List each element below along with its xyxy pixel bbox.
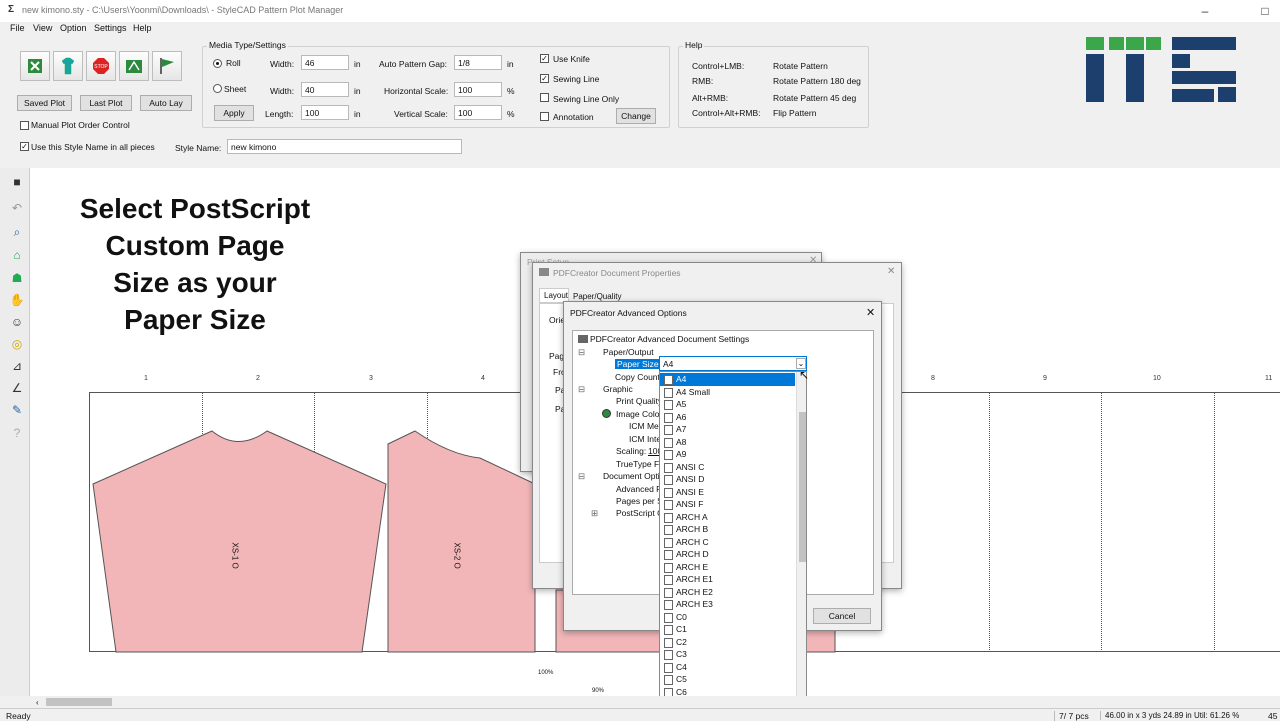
tree-pages-per-sheet[interactable]: Pages per S	[616, 496, 663, 506]
printer-icon	[578, 335, 588, 343]
tree-icm-method[interactable]: ICM Met	[629, 421, 661, 431]
paper-size-option[interactable]: ARCH C	[660, 536, 795, 549]
scrollbar-thumb[interactable]	[46, 698, 112, 706]
paper-size-option[interactable]: C2	[660, 636, 795, 649]
collapse-icon[interactable]: ⊟	[578, 471, 585, 482]
tree-copy-count[interactable]: Copy Count	[615, 372, 660, 382]
piece-label: XS-2 O	[452, 542, 462, 569]
horizontal-scrollbar[interactable]: ‹	[36, 696, 1280, 708]
paper-size-option[interactable]: ANSI D	[660, 473, 795, 486]
layout-label: Pag	[549, 351, 565, 361]
color-globe-icon	[602, 409, 611, 418]
list-scrollbar[interactable]	[796, 372, 806, 719]
expand-icon[interactable]: ⊞	[591, 508, 598, 519]
tree-print-quality[interactable]: Print Quality	[616, 396, 662, 406]
status-usage: 46.00 in x 3 yds 24.89 in Util: 61.26 %	[1100, 711, 1239, 720]
paper-size-option[interactable]: C4	[660, 661, 795, 674]
collapse-icon[interactable]: ⊟	[578, 347, 585, 358]
doc-properties-title: PDFCreator Document Properties	[553, 268, 681, 278]
tree-paper-size[interactable]: Paper Size:	[615, 359, 663, 369]
collapse-icon[interactable]: ⊟	[578, 384, 585, 395]
tree-postscript-options[interactable]: PostScript O	[616, 508, 664, 518]
tree-advanced-p[interactable]: Advanced P	[616, 484, 662, 494]
tree-root[interactable]: PDFCreator Advanced Document Settings	[590, 334, 749, 344]
tree-graphic[interactable]: Graphic	[603, 384, 633, 394]
tree-truetype[interactable]: TrueType Fo	[616, 459, 664, 469]
close-icon[interactable]: ✕	[887, 266, 895, 277]
paper-size-option[interactable]: C5	[660, 673, 795, 686]
printer-icon	[539, 268, 549, 276]
paper-size-option[interactable]: ANSI E	[660, 486, 795, 499]
mouse-cursor-icon: ↖	[799, 368, 810, 382]
pattern-piece-front	[92, 430, 387, 653]
advanced-options-title: PDFCreator Advanced Options	[570, 308, 687, 318]
tree-paper-output[interactable]: Paper/Output	[603, 347, 654, 357]
paper-size-option[interactable]: ARCH B	[660, 523, 795, 536]
paper-size-option[interactable]: ARCH D	[660, 548, 795, 561]
paper-size-option[interactable]: A8	[660, 436, 795, 449]
paper-size-option[interactable]: A5	[660, 398, 795, 411]
scale-mark: 100%	[538, 670, 554, 676]
paper-size-option[interactable]: C1	[660, 623, 795, 636]
pattern-piece-back	[387, 430, 536, 653]
paper-size-combobox[interactable]: A4 ⌄	[659, 356, 807, 371]
paper-size-option[interactable]: A6	[660, 411, 795, 424]
tree-icm-intent[interactable]: ICM Inte	[629, 434, 661, 444]
paper-size-option[interactable]: C0	[660, 611, 795, 624]
tree-document-options[interactable]: Document Opti	[603, 471, 660, 481]
scrollbar-thumb[interactable]	[799, 412, 806, 562]
paper-size-option[interactable]: A9	[660, 448, 795, 461]
paper-size-option[interactable]: ARCH E3	[660, 598, 795, 611]
scale-mark: 90%	[592, 688, 605, 694]
paper-size-option[interactable]: C3	[660, 648, 795, 661]
paper-size-option[interactable]: ARCH E	[660, 561, 795, 574]
paper-size-option[interactable]: ARCH E1	[660, 573, 795, 586]
scroll-left-icon[interactable]: ‹	[36, 698, 39, 707]
paper-size-value: A4	[663, 359, 674, 369]
tab-paper-quality[interactable]: Paper/Quality	[573, 292, 621, 301]
tree-scaling[interactable]: Scaling:	[616, 446, 646, 456]
piece-label: XS-1 O	[230, 542, 240, 569]
paper-size-option[interactable]: ARCH A	[660, 511, 795, 524]
paper-size-items: A4 A4 Small A5 A6 A7 A8 A9 ANSI C ANSI D ANSI E AN…	[660, 373, 795, 719]
tree-image-color[interactable]: Image Color	[616, 409, 662, 419]
paper-size-option[interactable]: A7	[660, 423, 795, 436]
status-bar: Ready 7/ 7 pcs 46.00 in x 3 yds 24.89 in…	[0, 708, 1280, 721]
close-icon[interactable]: ✕	[866, 306, 875, 319]
paper-size-option[interactable]: ANSI F	[660, 498, 795, 511]
paper-size-option[interactable]: ARCH E2	[660, 586, 795, 599]
paper-size-option[interactable]: A4 Small	[660, 386, 795, 399]
cancel-button[interactable]: Cancel	[813, 608, 871, 624]
paper-size-option[interactable]: ANSI C	[660, 461, 795, 474]
paper-size-option[interactable]: A4	[660, 373, 795, 386]
paper-size-list[interactable]: A4 A4 Small A5 A6 A7 A8 A9 ANSI C ANSI D ANSI E AN…	[659, 371, 807, 720]
